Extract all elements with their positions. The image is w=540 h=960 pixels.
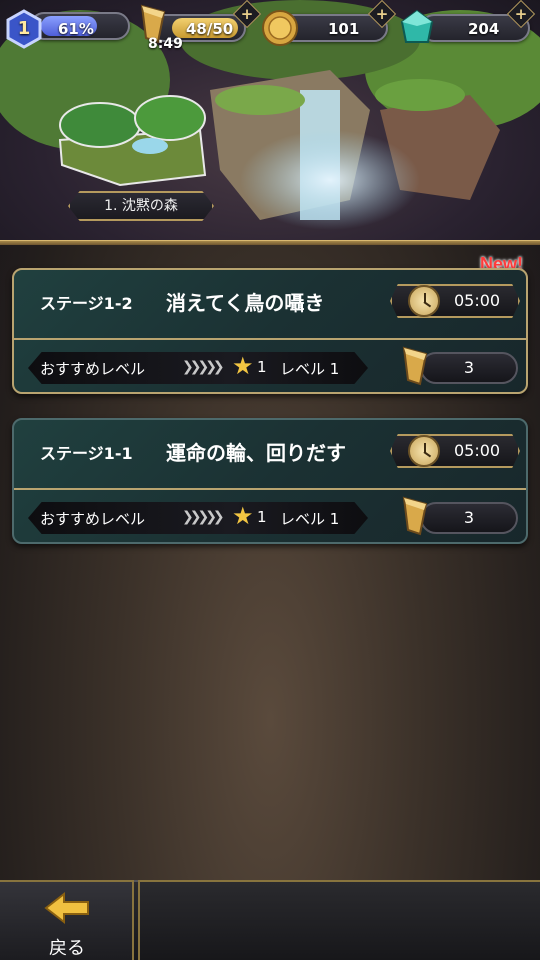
stamina-cost: 3 [463,508,475,527]
time-limit: 05:00 [454,291,501,310]
gem-value: 204 [468,20,500,38]
star-icon: ★ [232,502,254,530]
card-divider [14,488,526,490]
star-count: 1 [257,508,267,526]
gem-icon [400,9,434,43]
stage-card[interactable]: ステージ1-1 運命の輪、回りだす 05:00 おすすめレベル ❯❯❯❯❯ ★ … [12,418,528,544]
stamina-timer: 8:49 [148,36,183,52]
area-name: 1. 沈黙の森 [104,198,178,214]
stage-card[interactable]: ステージ1-2 消えてく鳥の囁き 05:00 おすすめレベル ❯❯❯❯❯ ★ 1… [12,268,528,394]
star-icon: ★ [232,352,254,380]
back-arrow-icon[interactable] [44,890,92,926]
back-button-label: 戻る [49,938,85,959]
coin-value: 101 [328,20,360,38]
stamina-value: 48/50 [186,20,234,38]
clock-icon [408,435,440,467]
stage-number: ステージ1-1 [40,444,133,463]
coin-icon [262,10,298,46]
stamina-cost: 3 [463,358,475,377]
stage-title: 運命の輪、回りだす [166,441,346,465]
scene-divider [0,240,540,245]
chevron-arrows-icon: ❯❯❯❯❯ [182,509,225,525]
player-level: 1 [17,18,31,39]
recommended-level-label: おすすめレベル [40,510,146,528]
time-limit: 05:00 [454,441,501,460]
recommended-level: レベル 1 [280,510,340,528]
stage-number: ステージ1-2 [40,294,133,313]
stage-title: 消えてく鳥の囁き [166,291,325,315]
chevron-arrows-icon: ❯❯❯❯❯ [182,359,225,375]
recommended-level-label: おすすめレベル [40,360,146,378]
clock-icon [408,285,440,317]
card-divider [14,338,526,340]
recommended-level: レベル 1 [280,360,340,378]
star-count: 1 [257,358,267,376]
bottom-nav-panel [138,880,540,960]
exp-percent: 61% [58,20,94,38]
